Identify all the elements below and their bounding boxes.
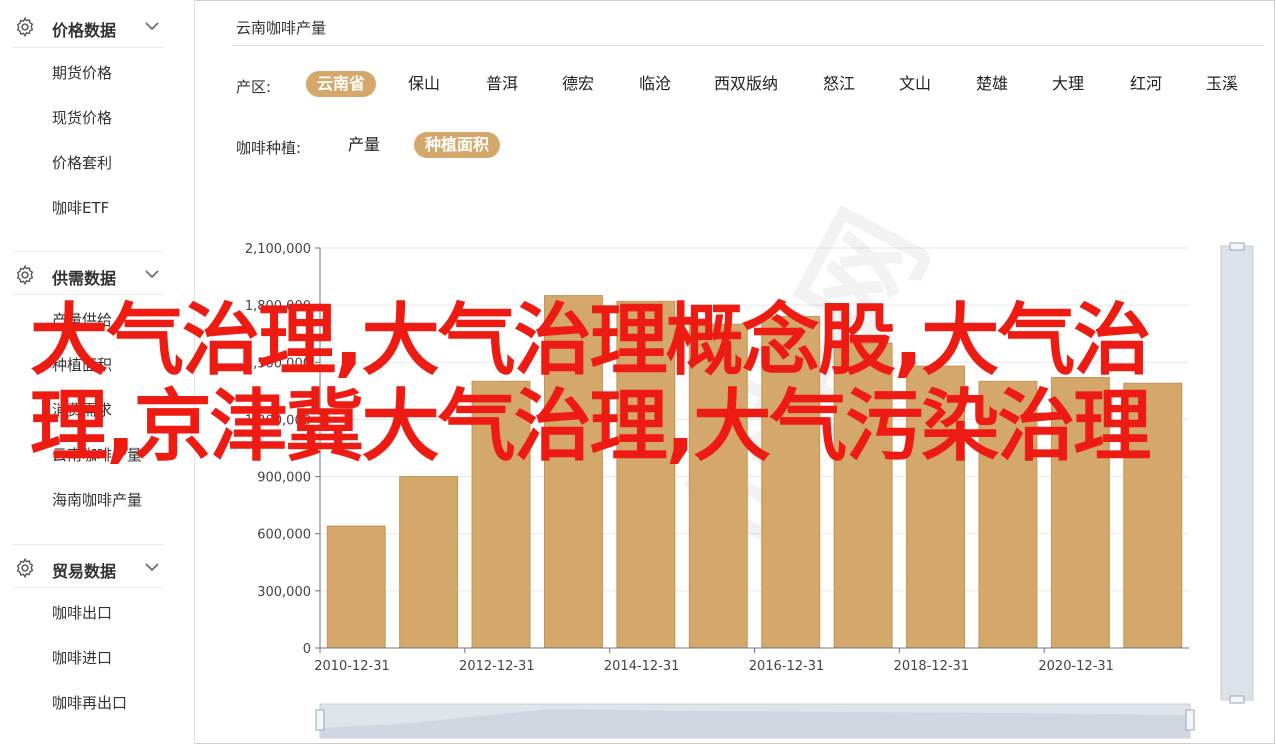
- overlay-line-2: 理,京津冀大气治理,大气污染治理: [30, 382, 1151, 472]
- overlay-line-1: 大气治理,大气治理概念股,大气治: [30, 296, 1151, 386]
- slider-handle-right[interactable]: [1185, 709, 1195, 731]
- slider-handle-left[interactable]: [315, 709, 325, 731]
- y-tick-label: 0: [303, 642, 311, 657]
- horizontal-zoom-slider[interactable]: [315, 703, 1195, 739]
- y-tick-label: 900,000: [257, 471, 311, 486]
- x-axis-labels: 2010-12-31 2012-12-31 2014-12-31 2016-12-31…: [314, 659, 1114, 674]
- x-tick-label: 2020-12-31: [1038, 659, 1114, 674]
- bar[interactable]: [399, 476, 459, 649]
- bar[interactable]: [326, 525, 386, 649]
- x-tick-label: 2012-12-31: [459, 659, 535, 674]
- slider-handle-top[interactable]: [1229, 242, 1245, 251]
- overlay-headline: 大气治理,大气治理概念股,大气治 理,京津冀大气治理,大气污染治理: [30, 298, 1260, 470]
- y-tick-label: 600,000: [257, 528, 311, 543]
- x-tick-label: 2010-12-31: [314, 659, 390, 674]
- x-tick-label: 2018-12-31: [894, 659, 970, 674]
- x-tick-label: 2016-12-31: [749, 659, 825, 674]
- y-tick-label: 2,100,000: [245, 242, 311, 257]
- x-tick-label: 2014-12-31: [604, 659, 680, 674]
- y-tick-label: 300,000: [257, 585, 311, 600]
- slider-handle-bottom[interactable]: [1229, 695, 1245, 704]
